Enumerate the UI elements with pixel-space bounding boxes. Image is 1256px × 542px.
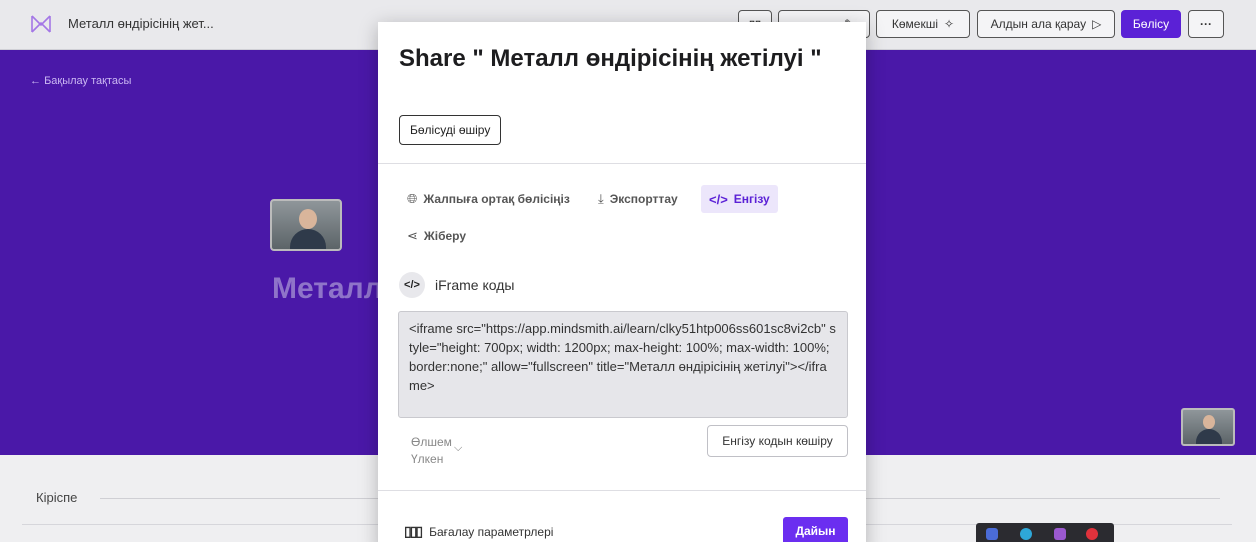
presenter-avatar-thumbnail[interactable] xyxy=(1181,408,1235,446)
tab-label: Енгізу xyxy=(733,192,770,206)
eval-label: Бағалау параметрлері xyxy=(429,524,554,539)
size-select[interactable]: Өлшем Үлкен xyxy=(411,434,452,468)
globe-icon: 🌐︎ xyxy=(407,191,418,206)
back-to-dashboard-link[interactable]: ← Бақылау тақтасы xyxy=(30,75,131,87)
download-icon: ⤓ xyxy=(598,191,604,206)
share-button[interactable]: Бөлісу xyxy=(1121,10,1181,38)
tab-export[interactable]: ⤓ Экспорттау xyxy=(590,185,686,213)
ellipsis-icon: ··· xyxy=(1200,17,1212,31)
arrow-left-icon: ← xyxy=(30,75,41,87)
evaluation-settings-row[interactable]: ▯▯▯ Бағалау параметрлері xyxy=(404,523,553,540)
tab-label: Жалпыға ортақ бөлісіңіз xyxy=(423,192,570,206)
iframe-heading: iFrame коды xyxy=(435,277,515,293)
presenter-avatar[interactable] xyxy=(270,199,342,251)
app-logo-icon[interactable] xyxy=(30,13,52,35)
close-circle-icon[interactable] xyxy=(1086,528,1098,540)
code-icon: </> xyxy=(709,191,728,207)
app-tray-icon-2[interactable] xyxy=(1020,528,1032,540)
document-title[interactable]: Металл өндірісінің жет... xyxy=(68,16,214,31)
dialog-divider xyxy=(378,163,866,164)
preview-button[interactable]: Алдын ала қарау ▷ xyxy=(977,10,1115,38)
helper-button[interactable]: Көмекші ✧ xyxy=(876,10,970,38)
sparkle-icon: ✧ xyxy=(944,17,955,31)
stop-sharing-button[interactable]: Бөлісуді өшіру xyxy=(399,115,502,145)
bar-chart-icon: ▯▯▯ xyxy=(404,523,423,539)
chevron-down-icon[interactable]: ⌵ xyxy=(454,442,462,455)
share-dialog: Share " Металл өндірісінің жетілуі " Бөл… xyxy=(378,22,866,542)
dialog-title: Share " Металл өндірісінің жетілуі " xyxy=(399,45,822,72)
dialog-divider xyxy=(378,490,866,491)
tab-send[interactable]: ⋖ Жіберу xyxy=(399,222,474,250)
back-link-label: Бақылау тақтасы xyxy=(44,75,132,87)
tab-label: Жіберу xyxy=(423,229,467,243)
system-tray xyxy=(976,523,1114,542)
copy-embed-code-button[interactable]: Енгізу кодын көшіру xyxy=(707,425,848,457)
share-icon: ⋖ xyxy=(407,228,418,243)
tab-label: Экспорттау xyxy=(609,192,678,206)
iframe-code-textarea[interactable]: <iframe src="https://app.mindsmith.ai/le… xyxy=(398,311,848,418)
section-heading: Кіріспе xyxy=(36,490,78,505)
share-label: Бөлісу xyxy=(1132,17,1170,31)
helper-label: Көмекші xyxy=(891,17,939,31)
app-tray-icon-3[interactable] xyxy=(1054,528,1066,540)
done-button[interactable]: Дайын xyxy=(783,517,848,542)
size-label: Өлшем xyxy=(411,435,452,449)
app-tray-icon-1[interactable] xyxy=(986,528,998,540)
iframe-section-header: </> iFrame коды xyxy=(399,272,514,298)
more-options-button[interactable]: ··· xyxy=(1188,10,1224,38)
tab-public-share[interactable]: 🌐︎ Жалпыға ортақ бөлісіңіз xyxy=(399,185,578,213)
play-outline-icon: ▷ xyxy=(1092,17,1102,31)
preview-label: Алдын ала қарау xyxy=(990,17,1087,31)
size-value: Үлкен xyxy=(411,452,444,466)
code-icon: </> xyxy=(399,272,425,298)
course-title: Металл xyxy=(272,272,383,305)
tab-embed[interactable]: </> Енгізу xyxy=(701,185,778,213)
